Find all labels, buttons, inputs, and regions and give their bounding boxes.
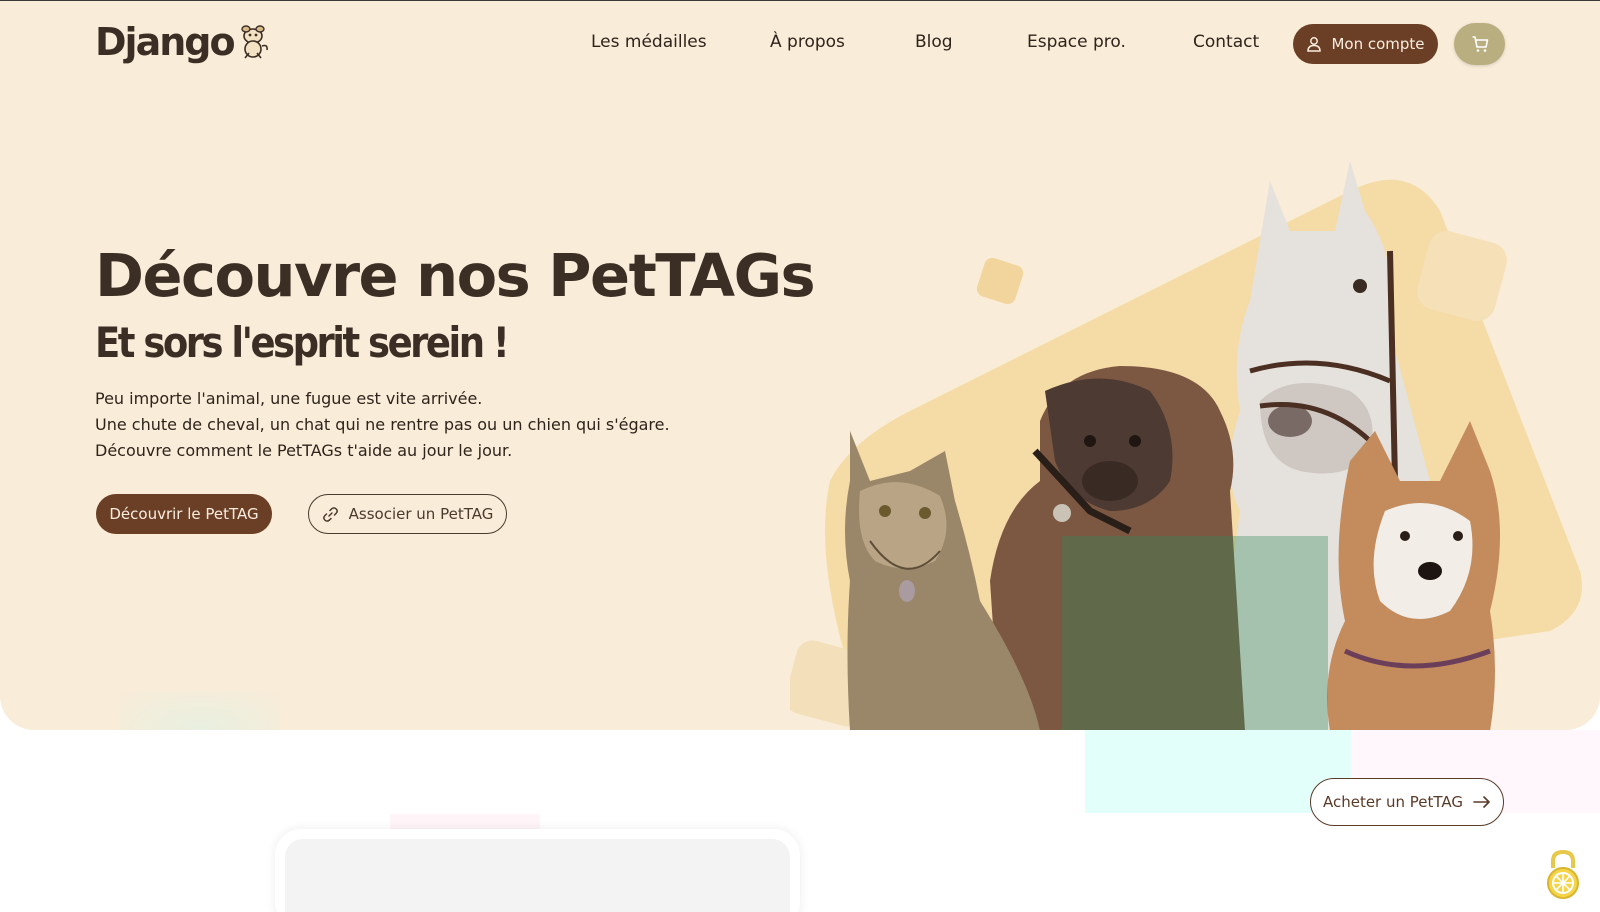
cart-button[interactable] bbox=[1454, 23, 1505, 65]
lock-badge[interactable] bbox=[1543, 848, 1583, 900]
buy-label: Acheter un PetTAG bbox=[1322, 793, 1464, 811]
link-icon bbox=[322, 506, 338, 522]
hero-animals-illustration bbox=[790, 161, 1582, 730]
site-header: Django Les médailles À propos Blog Espac… bbox=[0, 1, 1600, 89]
arrow-right-icon bbox=[1473, 796, 1490, 808]
hero-description: Peu importe l'animal, une fugue est vite… bbox=[95, 386, 670, 464]
account-label: Mon compte bbox=[1331, 35, 1425, 53]
cart-icon bbox=[1472, 36, 1488, 52]
decor-square bbox=[976, 257, 1024, 305]
hero-line: Découvre comment le PetTAGs t'aide au jo… bbox=[95, 441, 513, 460]
nav-item-espace-pro[interactable]: Espace pro. bbox=[1027, 32, 1126, 52]
preview-card-inner bbox=[285, 839, 790, 912]
hero-section: Django Les médailles À propos Blog Espac… bbox=[0, 1, 1600, 730]
hero-subtitle: Et sors l'esprit serein ! bbox=[95, 319, 510, 368]
nav-item-medailles[interactable]: Les médailles bbox=[591, 32, 707, 52]
user-icon bbox=[1307, 37, 1322, 52]
hero-title: Découvre nos PetTAGs bbox=[95, 241, 816, 310]
hero-line: Peu importe l'animal, une fugue est vite… bbox=[95, 389, 483, 408]
decor-glow bbox=[120, 691, 280, 730]
nav-item-contact[interactable]: Contact bbox=[1193, 32, 1259, 52]
lock-icon bbox=[1547, 849, 1579, 899]
associate-pettag-button[interactable]: Associer un PetTAG bbox=[308, 494, 507, 534]
discover-pettag-button[interactable]: Découvrir le PetTAG bbox=[96, 494, 272, 534]
account-button[interactable]: Mon compte bbox=[1293, 24, 1438, 64]
associate-label: Associer un PetTAG bbox=[348, 505, 494, 523]
overlay-patch bbox=[1062, 536, 1328, 730]
buy-pettag-button[interactable]: Acheter un PetTAG bbox=[1310, 778, 1504, 826]
nav-item-a-propos[interactable]: À propos bbox=[770, 32, 845, 52]
nav-item-blog[interactable]: Blog bbox=[915, 32, 953, 52]
hero-line: Une chute de cheval, un chat qui ne rent… bbox=[95, 415, 670, 434]
